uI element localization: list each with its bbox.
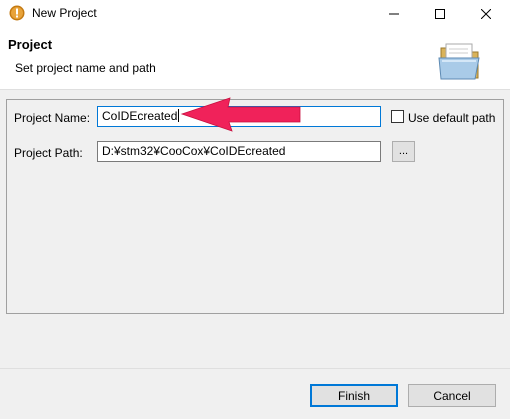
project-name-input[interactable]: CoIDEcreated bbox=[97, 106, 381, 127]
maximize-icon bbox=[435, 9, 445, 19]
footer-separator bbox=[0, 368, 510, 369]
project-settings-panel bbox=[6, 99, 504, 314]
finish-button[interactable]: Finish bbox=[310, 384, 398, 407]
project-name-value: CoIDEcreated bbox=[102, 109, 178, 123]
maximize-button[interactable] bbox=[417, 0, 463, 28]
text-caret bbox=[178, 109, 180, 122]
minimize-button[interactable] bbox=[371, 0, 417, 28]
page-title: Project bbox=[8, 37, 53, 52]
project-path-label: Project Path: bbox=[14, 146, 83, 160]
info-icon bbox=[9, 5, 25, 21]
title-bar: New Project bbox=[0, 0, 510, 28]
close-icon bbox=[481, 9, 491, 19]
page-subtitle: Set project name and path bbox=[15, 61, 156, 75]
close-button[interactable] bbox=[463, 0, 509, 28]
folder-icon bbox=[438, 43, 480, 80]
use-default-path-label: Use default path bbox=[408, 111, 496, 125]
use-default-path-checkbox[interactable] bbox=[391, 110, 404, 123]
minimize-icon bbox=[389, 13, 399, 15]
project-path-input[interactable]: D:¥stm32¥CooCox¥CoIDEcreated bbox=[97, 141, 381, 162]
window-title: New Project bbox=[32, 6, 97, 20]
browse-button[interactable]: ... bbox=[392, 141, 415, 162]
project-name-label: Project Name: bbox=[14, 111, 91, 125]
project-path-value: D:¥stm32¥CooCox¥CoIDEcreated bbox=[102, 144, 286, 158]
wizard-header: Project Set project name and path bbox=[0, 28, 510, 90]
cancel-button[interactable]: Cancel bbox=[408, 384, 496, 407]
